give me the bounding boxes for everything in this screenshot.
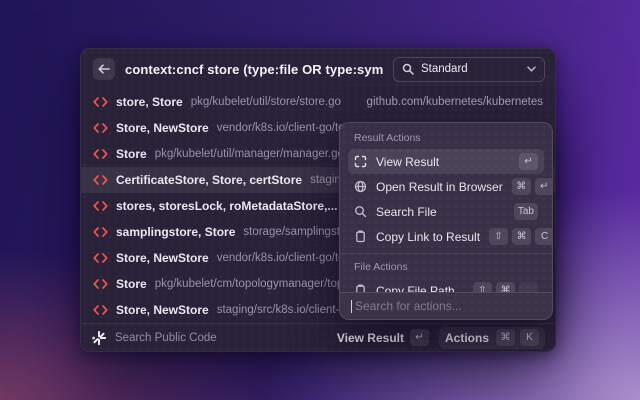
key-c: C — [535, 228, 552, 245]
key-hidden — [519, 282, 538, 292]
code-brackets-icon — [93, 305, 108, 315]
result-symbols: store, Store — [116, 95, 183, 109]
back-button[interactable] — [93, 58, 115, 80]
result-repo: github.com/kubernetes/kubernetes — [367, 96, 543, 108]
menu-section-title: File Actions — [348, 257, 544, 278]
clipboard-icon — [354, 284, 367, 292]
arrow-left-icon — [98, 64, 110, 74]
result-symbols: Store — [116, 277, 147, 291]
menu-item-open-in-browser[interactable]: Open Result in Browser ⌘ ↵ — [348, 174, 544, 199]
menu-item-label: Copy File Path — [376, 284, 455, 293]
key-cmd: ⌘ — [496, 329, 515, 346]
menu-item-label: Copy Link to Result — [376, 230, 480, 244]
actions-search-input[interactable] — [355, 299, 541, 313]
text-cursor — [351, 300, 352, 313]
pattern-selector-value: Standard — [421, 63, 520, 75]
key-enter: ↵ — [410, 329, 429, 346]
code-brackets-icon — [93, 175, 108, 185]
menu-item-view-result[interactable]: View Result ↵ — [348, 149, 544, 174]
globe-icon — [354, 180, 367, 193]
result-path: pkg/kubelet/util/store/store.go — [191, 96, 341, 108]
code-brackets-icon — [93, 279, 108, 289]
expand-icon — [354, 155, 367, 168]
clipboard-icon — [354, 230, 367, 243]
key-cmd: ⌘ — [496, 282, 515, 292]
actions-search-bar — [340, 292, 552, 319]
result-path: pkg/kubelet/util/manager/manager.go — [155, 148, 344, 160]
result-symbols: Store — [116, 147, 147, 161]
key-enter: ↵ — [535, 178, 552, 195]
menu-divider — [340, 253, 552, 254]
view-result-label: View Result — [337, 331, 404, 345]
code-brackets-icon — [93, 97, 108, 107]
sourcegraph-spark-logo-icon — [91, 330, 107, 346]
code-brackets-icon — [93, 149, 108, 159]
result-symbols: CertificateStore, Store, certStore — [116, 173, 302, 187]
brand-label: Search Public Code — [115, 332, 217, 344]
footer-actions: View Result ↵ Actions ⌘ K — [337, 327, 545, 349]
view-result-button[interactable]: View Result ↵ — [337, 329, 429, 346]
key-shift: ⇧ — [473, 282, 492, 292]
menu-item-label: Search File — [376, 205, 437, 219]
key-cmd: ⌘ — [512, 228, 531, 245]
menu-section-title: Result Actions — [348, 128, 544, 149]
result-symbols: samplingstore, Store — [116, 225, 235, 239]
key-cmd: ⌘ — [512, 178, 531, 195]
search-palette-window: context:cncf store (type:file OR type:sy… — [80, 48, 556, 352]
actions-label: Actions — [445, 331, 489, 345]
search-query[interactable]: context:cncf store (type:file OR type:sy… — [125, 62, 383, 77]
menu-item-copy-file-path[interactable]: Copy File Path ⇧ ⌘ — [348, 278, 544, 292]
key-k: K — [520, 329, 539, 346]
key-enter: ↵ — [519, 153, 538, 170]
key-tab: Tab — [514, 203, 538, 220]
actions-menu: Result Actions View Result ↵ — [339, 122, 553, 320]
code-brackets-icon — [93, 123, 108, 133]
header: context:cncf store (type:file OR type:sy… — [81, 49, 555, 89]
code-brackets-icon — [93, 227, 108, 237]
footer: Search Public Code View Result ↵ Actions… — [81, 323, 555, 351]
menu-item-copy-link[interactable]: Copy Link to Result ⇧ ⌘ C — [348, 224, 544, 249]
menu-item-label: Open Result in Browser — [376, 180, 503, 194]
pattern-selector-dropdown[interactable]: Standard — [393, 57, 545, 82]
code-brackets-icon — [93, 201, 108, 211]
actions-menu-body: Result Actions View Result ↵ — [340, 123, 552, 292]
code-brackets-icon — [93, 253, 108, 263]
result-symbols: Store, NewStore — [116, 251, 209, 265]
menu-item-label: View Result — [376, 155, 439, 169]
search-icon — [402, 63, 414, 75]
result-symbols: Store, NewStore — [116, 303, 209, 317]
chevron-down-icon — [527, 66, 536, 72]
menu-item-search-file[interactable]: Search File Tab — [348, 199, 544, 224]
result-row[interactable]: store, Store pkg/kubelet/util/store/stor… — [81, 89, 555, 115]
result-symbols: stores, storesLock, roMetadataStore,... — [116, 199, 337, 213]
result-symbols: Store, NewStore — [116, 121, 209, 135]
search-icon — [354, 205, 367, 218]
key-shift: ⇧ — [489, 228, 508, 245]
actions-button[interactable]: Actions ⌘ K — [439, 327, 545, 349]
